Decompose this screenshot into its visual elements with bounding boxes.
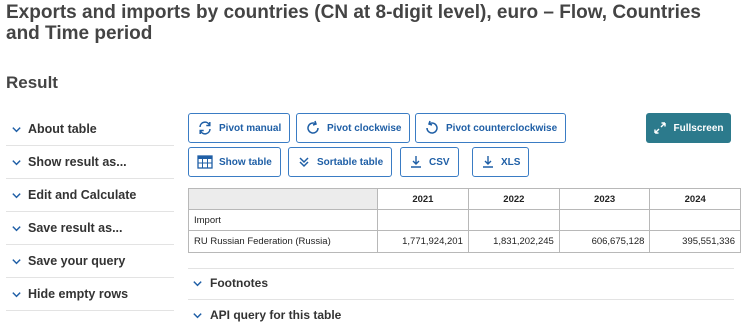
table-row: RU Russian Federation (Russia) 1,771,924… xyxy=(188,230,741,253)
table-cell-empty xyxy=(467,209,560,231)
column-header-2023[interactable]: 2023 xyxy=(558,188,651,210)
footnotes-accordion[interactable]: Footnotes xyxy=(188,276,734,290)
sidebar-item-edit-and-calculate[interactable]: Edit and Calculate xyxy=(6,179,174,212)
page-title: Exports and imports by countries (CN at … xyxy=(6,2,702,44)
api-query-label: API query for this table xyxy=(210,308,342,322)
pivot-counterclockwise-label: Pivot counterclockwise xyxy=(446,122,558,134)
table-cell-value: 395,551,336 xyxy=(649,230,741,253)
xls-label: XLS xyxy=(501,156,521,168)
chevron-down-icon xyxy=(6,289,26,300)
divider xyxy=(188,268,734,269)
chevron-down-icon xyxy=(188,310,206,321)
table-cell-value: 1,831,202,245 xyxy=(467,230,560,253)
sidebar: About table Show result as... Edit and C… xyxy=(6,113,174,311)
table-corner-cell xyxy=(188,188,378,210)
table-cell-empty xyxy=(649,209,741,231)
sortable-table-label: Sortable table xyxy=(317,156,384,168)
download-icon xyxy=(483,156,493,168)
expand-icon xyxy=(654,122,667,134)
chevron-down-icon xyxy=(6,157,26,168)
chevron-down-icon xyxy=(6,223,26,234)
chevron-down-icon xyxy=(6,256,26,267)
column-header-2024[interactable]: 2024 xyxy=(649,188,741,210)
result-table: 2021 2022 2023 2024 Import RU Russian Fe… xyxy=(188,188,741,253)
result-heading: Result xyxy=(6,73,58,92)
chevron-down-icon xyxy=(6,124,26,135)
footnotes-label: Footnotes xyxy=(210,276,268,290)
table-cell-empty xyxy=(558,209,651,231)
pivot-manual-button[interactable]: Pivot manual xyxy=(188,113,291,143)
show-table-button[interactable]: Show table xyxy=(188,147,281,177)
rotate-clockwise-icon xyxy=(307,120,319,134)
sidebar-item-label: Save your query xyxy=(28,254,126,268)
divider xyxy=(188,299,734,300)
column-header-2022[interactable]: 2022 xyxy=(467,188,560,210)
sidebar-item-label: Save result as... xyxy=(28,221,123,235)
table-icon xyxy=(197,155,213,169)
rotate-icon xyxy=(199,121,211,135)
sidebar-item-label: Show result as... xyxy=(28,155,127,169)
csv-label: CSV xyxy=(429,156,450,168)
table-group-row: Import xyxy=(188,209,741,231)
result-table-container: 2021 2022 2023 2024 Import RU Russian Fe… xyxy=(188,188,741,253)
sidebar-item-hide-empty-rows[interactable]: Hide empty rows xyxy=(6,278,174,311)
sidebar-item-save-result-as[interactable]: Save result as... xyxy=(6,212,174,245)
api-query-accordion[interactable]: API query for this table xyxy=(188,308,734,322)
pivot-clockwise-label: Pivot clockwise xyxy=(327,122,402,134)
show-table-label: Show table xyxy=(219,156,272,168)
table-header-row: 2021 2022 2023 2024 xyxy=(188,188,741,210)
chevron-down-icon xyxy=(6,190,26,201)
xls-button[interactable]: XLS xyxy=(472,147,530,177)
download-icon xyxy=(411,156,421,168)
row-label-russia: RU Russian Federation (Russia) xyxy=(188,230,378,253)
fullscreen-button[interactable]: Fullscreen xyxy=(646,113,731,143)
sidebar-item-save-your-query[interactable]: Save your query xyxy=(6,245,174,278)
column-header-2021[interactable]: 2021 xyxy=(376,188,469,210)
sidebar-item-show-result-as[interactable]: Show result as... xyxy=(6,146,174,179)
rotate-counterclockwise-icon xyxy=(426,120,438,134)
group-label-import: Import xyxy=(188,209,378,231)
table-cell-empty xyxy=(376,209,469,231)
table-cell-value: 606,675,128 xyxy=(558,230,651,253)
pivot-manual-label: Pivot manual xyxy=(219,122,282,134)
sidebar-item-label: About table xyxy=(28,122,97,136)
sortable-table-button[interactable]: Sortable table xyxy=(288,147,393,177)
pivot-clockwise-button[interactable]: Pivot clockwise xyxy=(296,113,411,143)
pivot-counterclockwise-button[interactable]: Pivot counterclockwise xyxy=(415,113,567,143)
sidebar-item-label: Hide empty rows xyxy=(28,287,129,301)
sidebar-item-label: Edit and Calculate xyxy=(28,188,137,202)
double-chevron-down-icon xyxy=(299,157,309,168)
fullscreen-label: Fullscreen xyxy=(673,122,724,134)
csv-button[interactable]: CSV xyxy=(400,147,459,177)
sidebar-item-about-table[interactable]: About table xyxy=(6,113,174,146)
chevron-down-icon xyxy=(188,278,206,289)
table-cell-value: 1,771,924,201 xyxy=(376,230,469,253)
